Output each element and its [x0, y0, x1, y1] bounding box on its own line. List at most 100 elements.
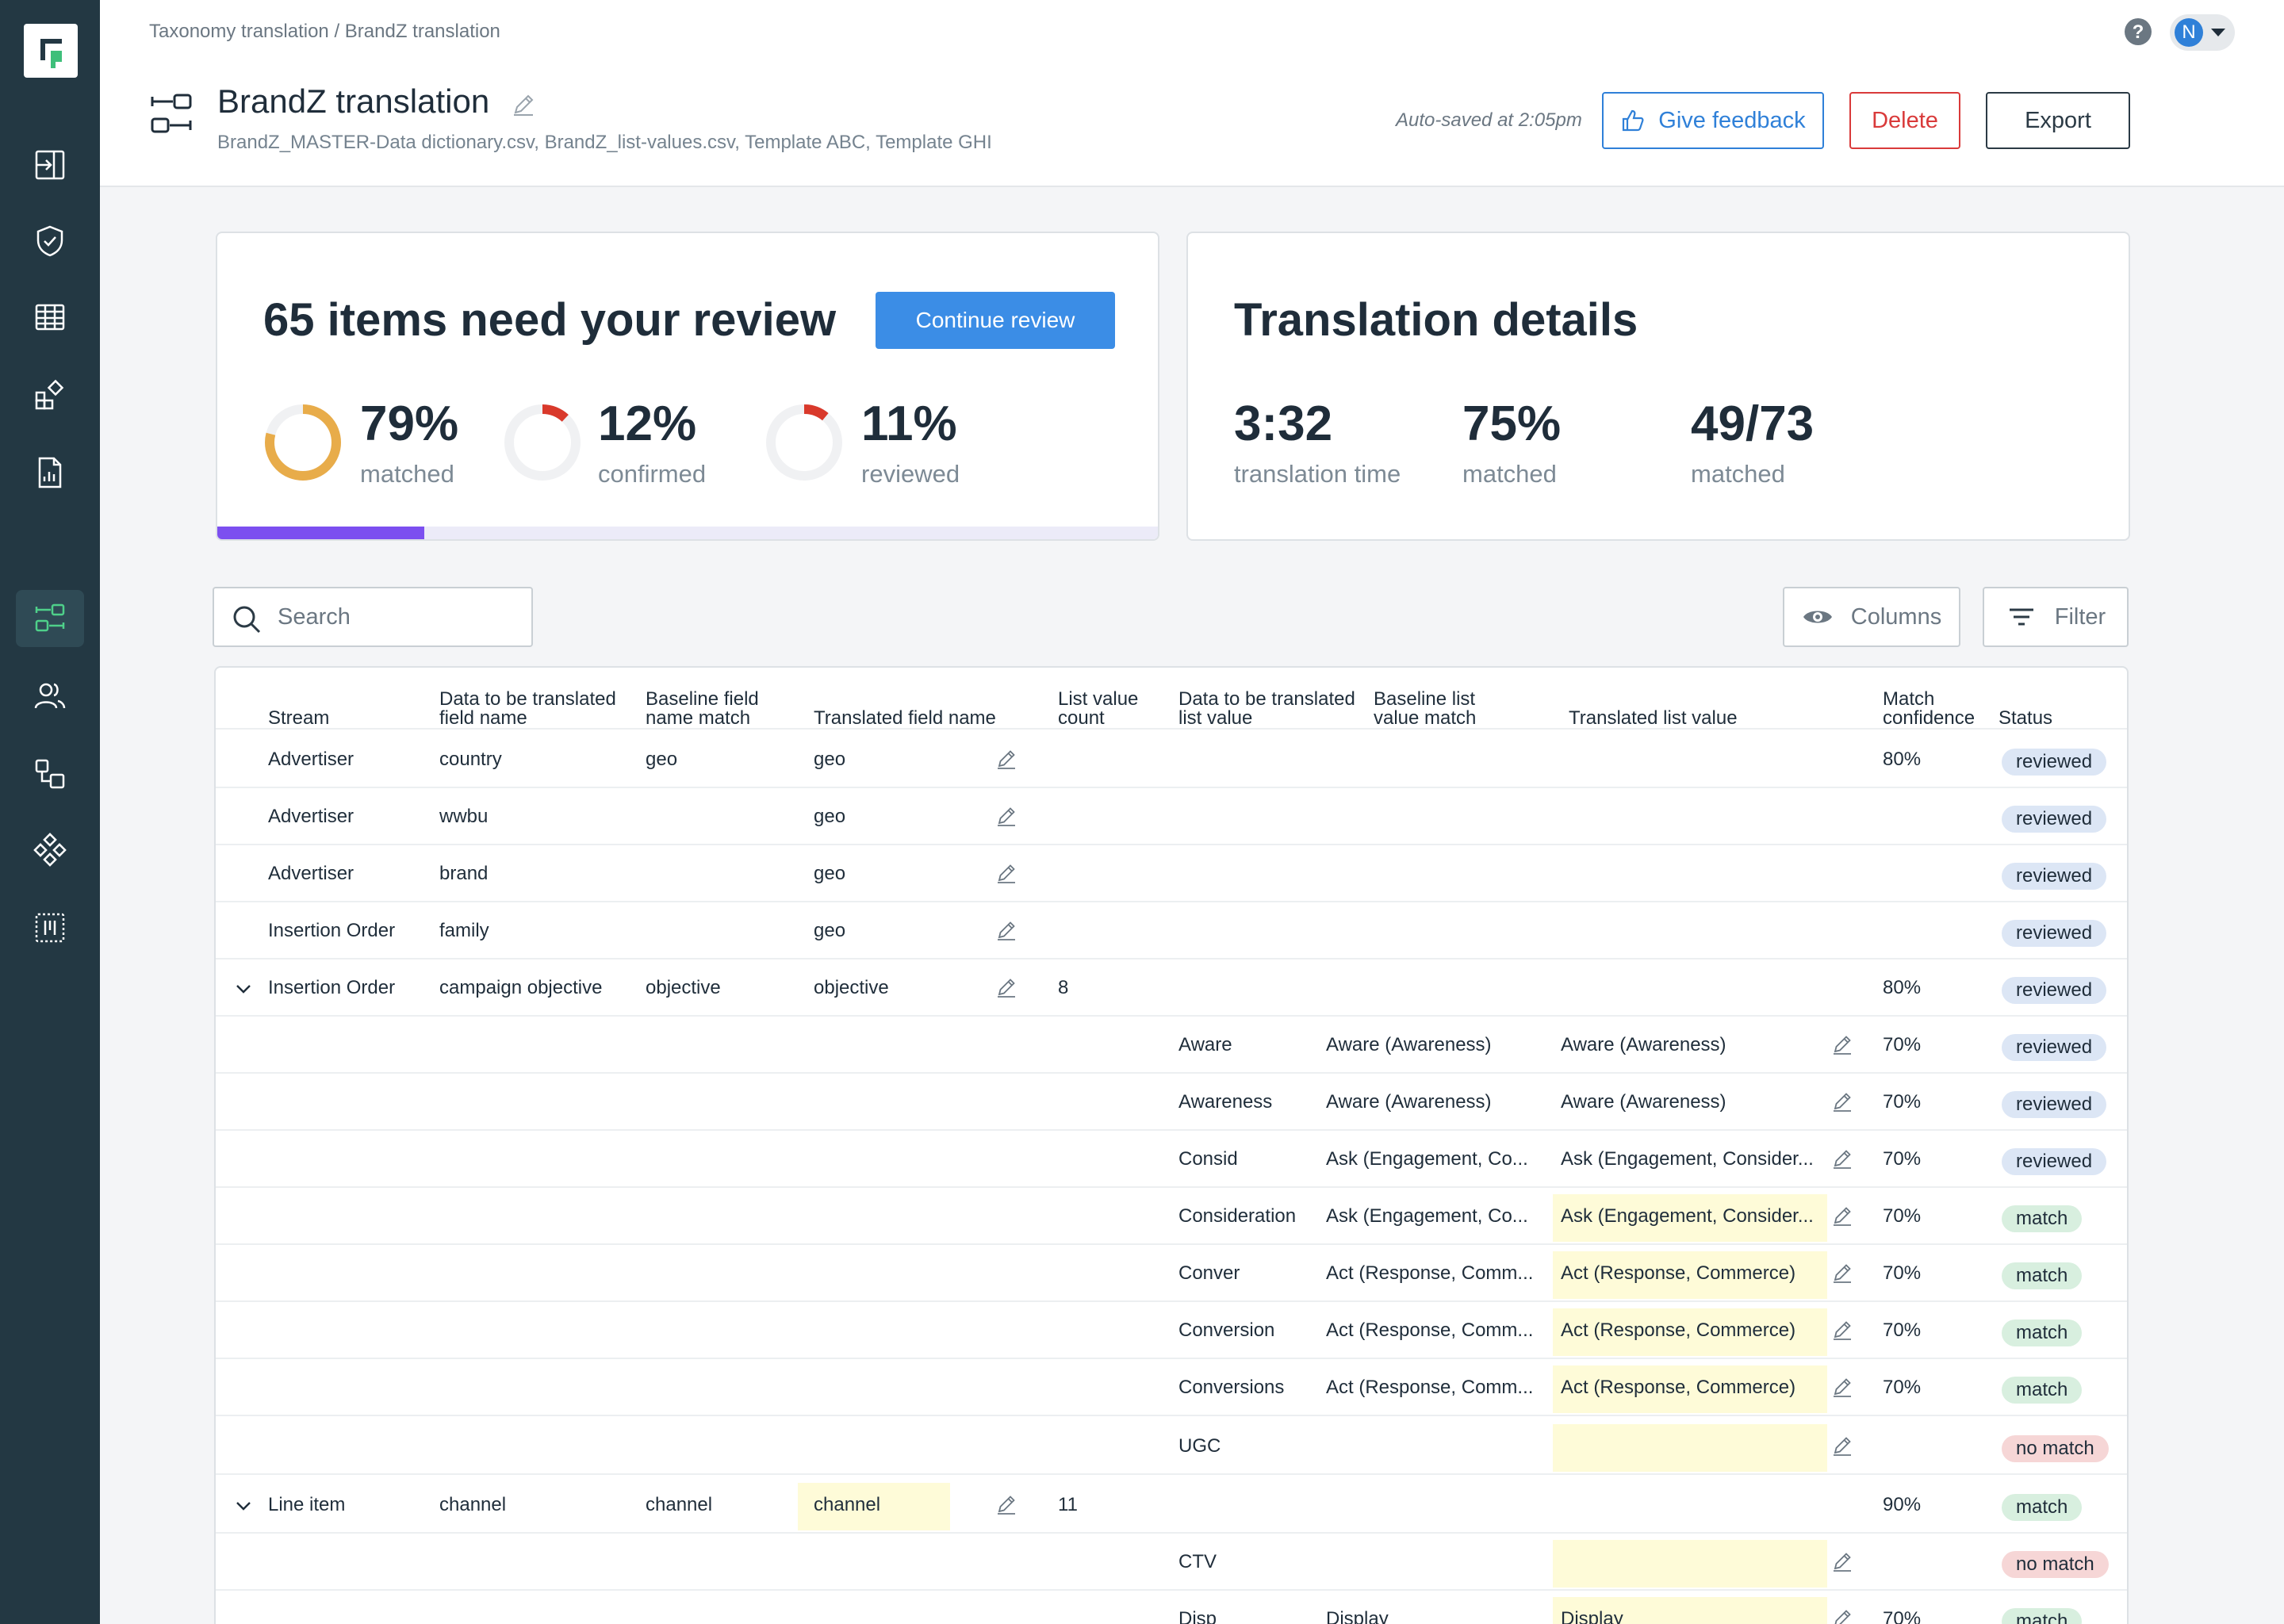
nav-table-icon[interactable]	[16, 289, 84, 346]
status-badge: reviewed	[2002, 1034, 2107, 1061]
filter-button[interactable]: Filter	[1983, 587, 2129, 647]
nav-components-icon[interactable]	[16, 366, 84, 423]
column-header-label: Status	[1998, 707, 2053, 729]
cell-list-value: Consid	[1178, 1148, 1238, 1170]
col-translated-field[interactable]: Translated field name	[814, 677, 996, 728]
translation-details-card: Translation details 3:32 translation tim…	[1186, 232, 2130, 541]
cell-translated-list[interactable]: Act (Response, Commerce)	[1561, 1262, 1795, 1285]
nav-workflow-icon[interactable]	[16, 745, 84, 802]
app-logo[interactable]	[24, 24, 78, 78]
table-row[interactable]: Awareness Aware (Awareness) Aware (Awarene…	[216, 1074, 2127, 1131]
translation-table: Stream Data to be translated field name B…	[214, 666, 2129, 1624]
user-menu[interactable]: N	[2170, 14, 2235, 51]
search-input[interactable]	[278, 599, 515, 634]
stat-label: matched	[1462, 460, 1557, 488]
edit-list-value-icon[interactable]	[1830, 1090, 1854, 1113]
cell-translated-field[interactable]: objective	[814, 977, 889, 999]
nav-import-icon[interactable]	[16, 136, 84, 193]
nav-report-icon[interactable]	[16, 444, 84, 501]
edit-field-icon[interactable]	[994, 804, 1018, 828]
search-box[interactable]	[213, 587, 533, 647]
table-row[interactable]: Consideration Ask (Engagement, Co... Ask (…	[216, 1188, 2127, 1245]
table-row[interactable]: Insertion Order campaign objective objecti…	[216, 959, 2127, 1017]
edit-list-value-icon[interactable]	[1830, 1032, 1854, 1056]
edit-list-value-icon[interactable]	[1830, 1147, 1854, 1170]
col-translated-list[interactable]: Translated list value	[1569, 677, 1738, 728]
cell-translated-list[interactable]: Ask (Engagement, Consider...	[1561, 1205, 1814, 1228]
cell-list-value: Awareness	[1178, 1091, 1273, 1113]
column-header-line: Baseline field	[646, 688, 759, 710]
col-field-name[interactable]: Data to be translated field name	[439, 677, 616, 728]
columns-button[interactable]: Columns	[1783, 587, 1960, 647]
edit-field-icon[interactable]	[994, 747, 1018, 771]
delete-button[interactable]: Delete	[1849, 92, 1960, 149]
column-header-line: Data to be translated	[1178, 688, 1355, 710]
col-status[interactable]: Status	[1998, 677, 2052, 728]
col-list-count[interactable]: List value count	[1058, 677, 1138, 728]
cell-list-count: 8	[1058, 977, 1069, 998]
table-row[interactable]: Conversion Act (Response, Comm... Act (Res…	[216, 1302, 2127, 1359]
col-baseline-list[interactable]: Baseline list value match	[1374, 677, 1476, 728]
cell-baseline-field: channel	[646, 1494, 713, 1515]
table-row[interactable]: Aware Aware (Awareness) Aware (Awareness) 7…	[216, 1017, 2127, 1074]
give-feedback-button[interactable]: Give feedback	[1602, 92, 1824, 149]
cell-stream: Advertiser	[268, 863, 354, 884]
status-badge: reviewed	[2002, 1148, 2107, 1175]
col-confidence[interactable]: Match confidence	[1883, 677, 1975, 728]
edit-list-value-icon[interactable]	[1830, 1434, 1854, 1457]
stat-label: reviewed	[861, 460, 960, 488]
cell-translated-list[interactable]: Act (Response, Commerce)	[1561, 1320, 1795, 1342]
table-row[interactable]: Line item channel channel channel 11 90% match	[216, 1477, 2127, 1534]
cell-translated-list[interactable]: Aware (Awareness)	[1561, 1034, 1726, 1056]
table-header: Stream Data to be translated field name B…	[216, 668, 2127, 730]
export-button[interactable]: Export	[1986, 92, 2130, 149]
reviewed-stat: 11% reviewed	[861, 400, 960, 488]
edit-title-icon[interactable]	[511, 92, 536, 117]
table-row[interactable]: UGC no match	[216, 1418, 2127, 1475]
cell-translated-list[interactable]: Ask (Engagement, Consider...	[1561, 1148, 1814, 1170]
edit-field-icon[interactable]	[994, 975, 1018, 999]
table-row[interactable]: Advertiser wwbu geo reviewed	[216, 788, 2127, 845]
cell-translated-field[interactable]: geo	[814, 863, 845, 885]
edit-field-icon[interactable]	[994, 918, 1018, 942]
cell-translated-list[interactable]: Display	[1561, 1608, 1623, 1624]
edit-list-value-icon[interactable]	[1830, 1261, 1854, 1285]
edit-list-value-icon[interactable]	[1830, 1607, 1854, 1624]
table-row[interactable]: Conver Act (Response, Comm... Act (Respons…	[216, 1245, 2127, 1302]
edit-list-value-icon[interactable]	[1830, 1204, 1854, 1228]
edit-field-icon[interactable]	[994, 1492, 1018, 1516]
cell-translated-field[interactable]: geo	[814, 806, 845, 828]
nav-integrations-icon[interactable]	[16, 822, 84, 879]
table-row[interactable]: Advertiser country geo geo 80% reviewed	[216, 731, 2127, 788]
cell-translated-field[interactable]: channel	[814, 1494, 880, 1516]
nav-shield-icon[interactable]	[16, 213, 84, 270]
cell-translated-list[interactable]: Aware (Awareness)	[1561, 1091, 1726, 1113]
thumbs-up-icon	[1623, 109, 1644, 132]
edit-list-value-icon[interactable]	[1830, 1318, 1854, 1342]
table-row[interactable]: Conversions Act (Response, Comm... Act (Re…	[216, 1359, 2127, 1416]
table-row[interactable]: Advertiser brand geo reviewed	[216, 845, 2127, 902]
edit-list-value-icon[interactable]	[1830, 1375, 1854, 1399]
cell-confidence: 80%	[1883, 749, 1922, 770]
stat-label: matched	[360, 460, 454, 488]
chevron-down-icon[interactable]	[233, 1496, 254, 1516]
edit-field-icon[interactable]	[994, 861, 1018, 885]
nav-translation-icon[interactable]	[16, 590, 84, 647]
table-row[interactable]: Disp Display Display 70% match	[216, 1591, 2127, 1624]
help-icon[interactable]: ?	[2124, 17, 2152, 46]
col-stream[interactable]: Stream	[268, 677, 329, 728]
col-baseline-field[interactable]: Baseline field name match	[646, 677, 759, 728]
table-row[interactable]: Consid Ask (Engagement, Co... Ask (Engagem…	[216, 1131, 2127, 1188]
table-row[interactable]: CTV no match	[216, 1534, 2127, 1591]
edit-list-value-icon[interactable]	[1830, 1549, 1854, 1573]
continue-review-button[interactable]: Continue review	[876, 292, 1115, 349]
nav-naming-icon[interactable]	[16, 899, 84, 956]
col-list-value[interactable]: Data to be translated list value	[1178, 677, 1355, 728]
cell-translated-field[interactable]: geo	[814, 920, 845, 942]
chevron-down-icon[interactable]	[233, 979, 254, 999]
table-row[interactable]: Insertion Order family geo reviewed	[216, 902, 2127, 959]
breadcrumb[interactable]: Taxonomy translation / BrandZ translatio…	[149, 21, 500, 43]
cell-translated-field[interactable]: geo	[814, 749, 845, 771]
cell-translated-list[interactable]: Act (Response, Commerce)	[1561, 1377, 1795, 1399]
nav-users-icon[interactable]	[16, 668, 84, 725]
